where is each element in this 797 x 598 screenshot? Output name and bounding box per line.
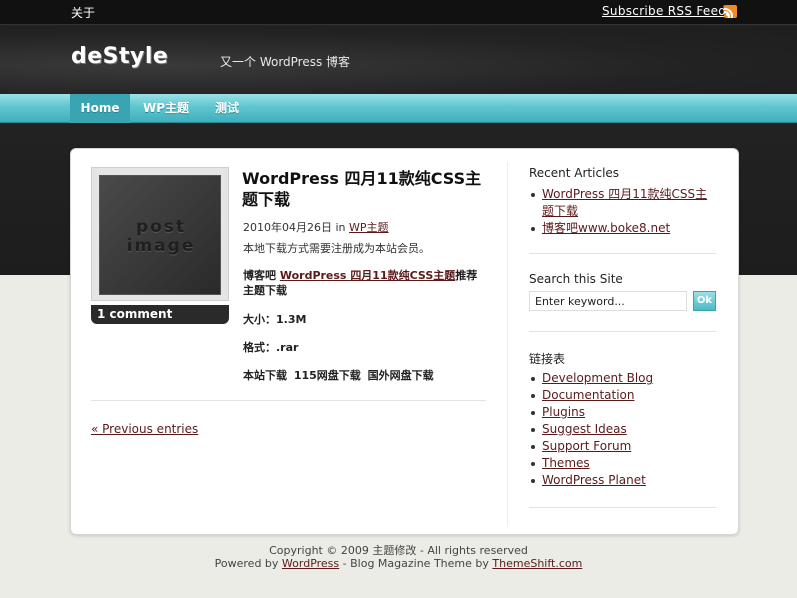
thumbnail-text: post image	[126, 217, 196, 256]
nav-item-test[interactable]: 测试	[204, 94, 250, 123]
search-ok-button[interactable]: Ok	[693, 291, 716, 311]
list-item: WordPress Planet	[529, 472, 653, 489]
list-item: Documentation	[529, 387, 653, 404]
post-divider	[91, 400, 486, 401]
previous-entries-link[interactable]: « Previous entries	[91, 422, 198, 436]
link-documentation[interactable]: Documentation	[542, 388, 635, 402]
link-wordpress-planet[interactable]: WordPress Planet	[542, 473, 646, 487]
nav-item-wp-themes[interactable]: WP主题	[130, 94, 202, 123]
sidebar-divider	[529, 331, 716, 332]
wordpress-link[interactable]: WordPress	[282, 557, 339, 570]
post-thumbnail[interactable]: post image	[91, 167, 229, 301]
sidebar-divider	[529, 253, 716, 254]
post-theme-link[interactable]: WordPress 四月11款纯CSS主题	[280, 269, 455, 282]
search-heading: Search this Site	[529, 272, 623, 286]
recent-article-link[interactable]: WordPress 四月11款纯CSS主题下载	[542, 187, 707, 218]
site-logo[interactable]: deStyle	[71, 44, 168, 69]
rss-feed-icon[interactable]	[724, 5, 737, 18]
comment-count-badge[interactable]: 1 comment	[91, 305, 229, 324]
list-item: Suggest Ideas	[529, 421, 653, 438]
nav-item-home[interactable]: Home	[70, 94, 130, 123]
site-tagline: 又一个 WordPress 博客	[220, 55, 351, 69]
post-category-link[interactable]: WP主题	[349, 221, 389, 234]
post-file-format: 格式：.rar	[243, 341, 299, 354]
about-link[interactable]: 关于	[71, 4, 95, 21]
sidebar-separator	[507, 162, 508, 527]
list-item: Support Forum	[529, 438, 653, 455]
recent-article-link[interactable]: 博客吧www.boke8.net	[542, 221, 670, 235]
footer-copyright: Copyright © 2009 主题修改 - All rights reser…	[269, 544, 528, 557]
post-download-links[interactable]: 本站下载 115网盘下载 国外网盘下载	[243, 367, 434, 383]
link-development-blog[interactable]: Development Blog	[542, 371, 653, 385]
recent-articles-list: WordPress 四月11款纯CSS主题下载 博客吧www.boke8.net	[529, 186, 714, 237]
list-item: 博客吧www.boke8.net	[529, 220, 714, 237]
post-in-word: in	[335, 221, 346, 234]
link-plugins[interactable]: Plugins	[542, 405, 585, 419]
list-item: Development Blog	[529, 370, 653, 387]
post-meta: 2010年04月26日 in WP主题	[243, 219, 389, 235]
links-heading: 链接表	[529, 352, 566, 366]
post-paragraph-2: 博客吧 WordPress 四月11款纯CSS主题推荐主题下载	[243, 269, 478, 297]
link-suggest-ideas[interactable]: Suggest Ideas	[542, 422, 627, 436]
main-nav: Home WP主题 测试	[0, 94, 797, 123]
links-list: Development Blog Documentation Plugins S…	[529, 370, 653, 489]
themeshift-link[interactable]: ThemeShift.com	[492, 557, 582, 570]
sidebar-divider	[529, 507, 716, 508]
subscribe-rss-link[interactable]: Subscribe RSS Feed	[602, 4, 726, 18]
list-item: WordPress 四月11款纯CSS主题下载	[529, 186, 714, 220]
post-file-size: 大小：1.3M	[243, 313, 307, 326]
post-date: 2010年04月26日	[243, 221, 332, 234]
post-paragraph-1: 本地下载方式需要注册成为本站会员。	[243, 242, 430, 255]
search-input[interactable]	[529, 291, 687, 311]
link-support-forum[interactable]: Support Forum	[542, 439, 631, 453]
list-item: Themes	[529, 455, 653, 472]
post-image-placeholder: post image	[99, 175, 221, 295]
link-themes[interactable]: Themes	[542, 456, 590, 470]
top-bar: 关于 Subscribe RSS Feed	[0, 0, 797, 25]
footer-credits: Powered by WordPress - Blog Magazine The…	[214, 557, 583, 570]
list-item: Plugins	[529, 404, 653, 421]
post-title[interactable]: WordPress 四月11款纯CSS主题下载	[242, 168, 492, 210]
recent-articles-heading: Recent Articles	[529, 166, 620, 180]
